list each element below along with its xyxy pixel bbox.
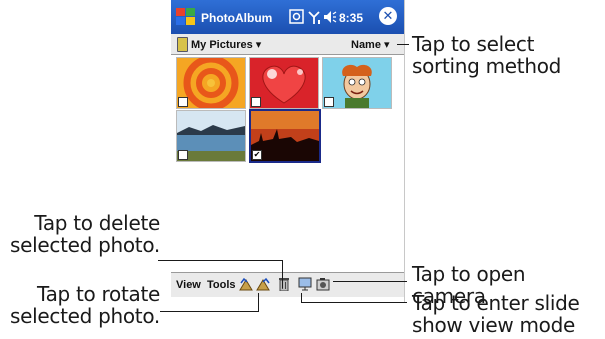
folder-label: My Pictures (191, 39, 253, 51)
folder-dropdown[interactable]: My Pictures ▾ (191, 38, 261, 51)
rotate-right-icon[interactable] (256, 277, 271, 291)
app-title: PhotoAlbum (201, 11, 273, 25)
annotation-rotate-line2: selected photo. (10, 304, 160, 328)
annotation-delete-line2: selected photo. (10, 233, 160, 257)
annotation-slideshow-line1: Tap to enter slide (412, 291, 580, 315)
clock-time[interactable]: 8:35 (339, 11, 363, 25)
rotate-callout-leader (258, 293, 259, 312)
menu-tools[interactable]: Tools (207, 279, 236, 291)
delete-callout-line (158, 260, 282, 261)
sort-dropdown[interactable]: Name ▾ (351, 38, 390, 51)
annotation-delete-line1: Tap to delete (34, 211, 160, 235)
annotation-sort: Tap to select sorting method (412, 32, 562, 78)
annotation-delete: Tap to delete selected photo. (0, 212, 160, 256)
thumbnail-checkbox[interactable] (251, 97, 261, 107)
command-bar: View Tools (171, 272, 404, 297)
sort-label: Name (351, 39, 381, 51)
thumbnail-checkbox-checked[interactable]: ✔ (252, 150, 262, 160)
sort-callout-line (397, 44, 409, 45)
thumbnail-orange-rings[interactable] (176, 57, 246, 109)
rotate-callout-line (160, 311, 258, 312)
delete-callout-leader (282, 260, 283, 288)
thumbnail-sunset-silhouette[interactable]: ✔ (249, 109, 321, 163)
volume-icon[interactable] (323, 9, 337, 25)
thumbnail-checkbox[interactable] (178, 97, 188, 107)
annotation-slideshow: Tap to enter slide show view mode (412, 292, 605, 336)
folder-toolbar: My Pictures ▾ Name ▾ (171, 34, 404, 55)
camera-icon[interactable] (316, 277, 330, 291)
thumbnail-checkbox[interactable] (178, 150, 188, 160)
connectivity-icon[interactable] (289, 9, 305, 25)
thumbnail-red-heart[interactable] (249, 57, 319, 109)
signal-icon[interactable] (307, 9, 321, 25)
thumbnail-lake-landscape[interactable] (176, 110, 246, 162)
thumbnail-checkbox[interactable] (324, 97, 334, 107)
menu-view[interactable]: View (176, 279, 201, 291)
slideshow-callout-leader (301, 293, 302, 302)
slideshow-callout-line (301, 302, 407, 303)
slideshow-icon[interactable] (298, 277, 312, 291)
folder-icon (177, 37, 188, 52)
camera-callout-line (333, 281, 407, 282)
delete-icon[interactable] (278, 277, 290, 291)
close-button[interactable]: ✕ (379, 7, 397, 25)
thumbnail-cartoon-character[interactable] (322, 57, 392, 109)
annotation-slideshow-line2: show view mode (412, 313, 575, 337)
start-menu-icon[interactable] (176, 8, 196, 26)
annotation-rotate: Tap to rotate selected photo. (0, 283, 160, 327)
rotate-left-icon[interactable] (239, 277, 254, 291)
title-bar: PhotoAlbum 8:35 ✕ (171, 0, 404, 34)
annotation-rotate-line1: Tap to rotate (36, 282, 160, 306)
photoalbum-screen: PhotoAlbum 8:35 ✕ My Pictures ▾ Name ▾ ✔… (171, 0, 405, 302)
